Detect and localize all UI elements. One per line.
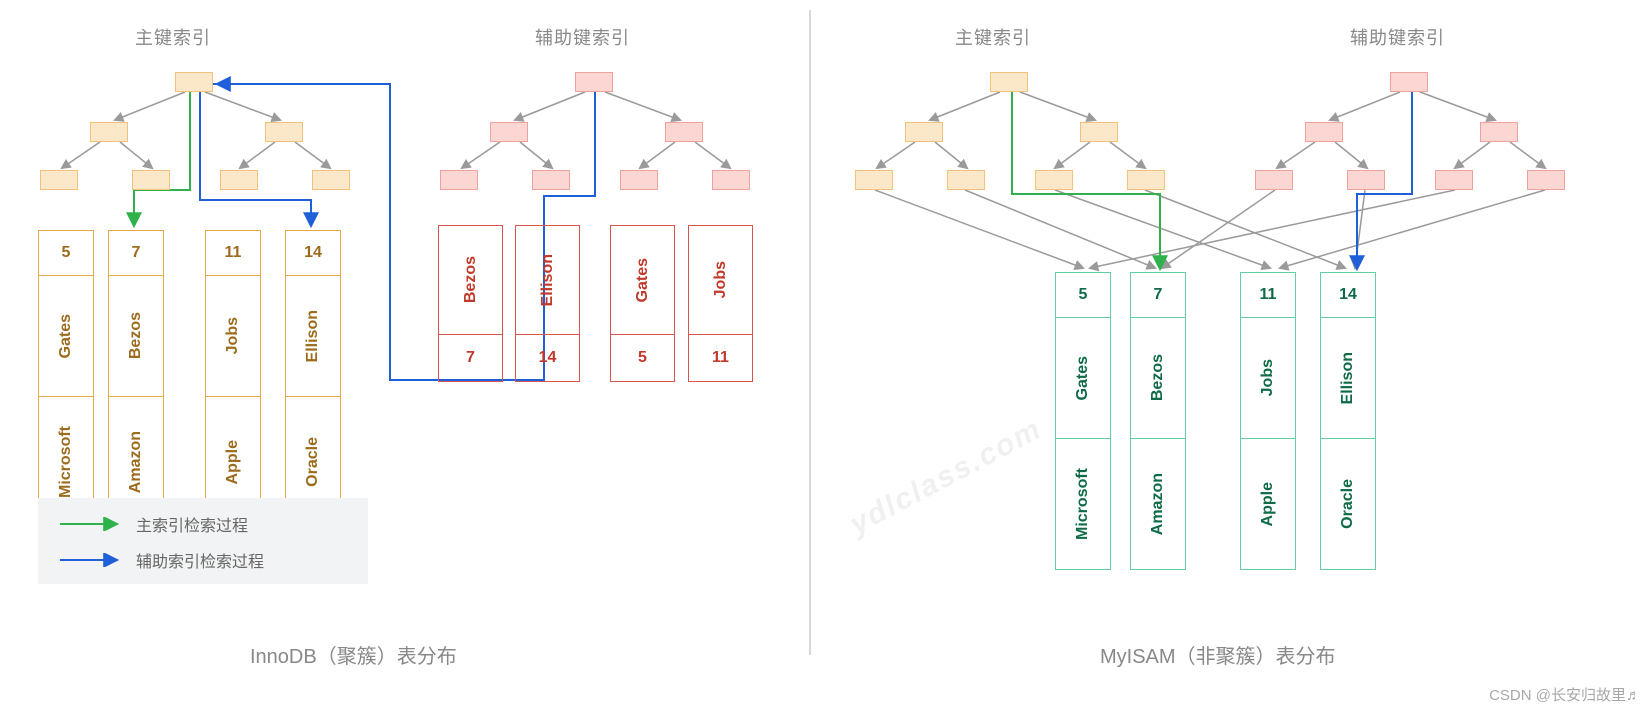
leaf-name: Gates bbox=[38, 276, 94, 397]
tree-node bbox=[620, 170, 658, 190]
legend: 主索引检索过程 辅助索引检索过程 bbox=[38, 498, 368, 584]
tree-node bbox=[1127, 170, 1165, 190]
tree-node bbox=[1305, 122, 1343, 142]
watermark-footer: CSDN @长安归故里♬ bbox=[1489, 684, 1641, 705]
myisam-row: 7 Bezos Amazon bbox=[1130, 272, 1186, 570]
tree-node bbox=[175, 72, 213, 92]
tree-node bbox=[220, 170, 258, 190]
caption-left: InnoDB（聚簇）表分布 bbox=[250, 640, 457, 669]
innodb-primary-search-path bbox=[134, 92, 190, 225]
tree-node bbox=[90, 122, 128, 142]
legend-secondary-label: 辅助索引检索过程 bbox=[136, 548, 264, 572]
innodb-leaf: 14 Ellison Oracle bbox=[285, 230, 341, 528]
tree-node bbox=[855, 170, 893, 190]
myisam-row: 14 Ellison Oracle bbox=[1320, 272, 1376, 570]
innodb-sec-leaf: Jobs 11 bbox=[688, 225, 753, 382]
tree-node bbox=[1480, 122, 1518, 142]
tree-node bbox=[1527, 170, 1565, 190]
title-left-secondary: 辅助键索引 bbox=[535, 24, 630, 50]
innodb-leaf: 11 Jobs Apple bbox=[205, 230, 261, 528]
tree-node bbox=[712, 170, 750, 190]
tree-node bbox=[1035, 170, 1073, 190]
watermark-angled: ydlclass.com bbox=[844, 412, 1048, 542]
legend-arrow-blue-icon bbox=[58, 553, 122, 567]
title-left-primary: 主键索引 bbox=[135, 24, 211, 50]
title-right-primary: 主键索引 bbox=[955, 24, 1031, 50]
innodb-leaf: 5 Gates Microsoft bbox=[38, 230, 94, 528]
tree-node bbox=[1347, 170, 1385, 190]
tree-node bbox=[440, 170, 478, 190]
tree-node bbox=[947, 170, 985, 190]
tree-node bbox=[532, 170, 570, 190]
tree-node bbox=[1255, 170, 1293, 190]
tree-node bbox=[575, 72, 613, 92]
innodb-sec-leaf: Ellison 14 bbox=[515, 225, 580, 382]
tree-node bbox=[990, 72, 1028, 92]
tree-node bbox=[265, 122, 303, 142]
tree-node bbox=[1080, 122, 1118, 142]
myisam-row: 11 Jobs Apple bbox=[1240, 272, 1296, 570]
legend-primary-label: 主索引检索过程 bbox=[136, 512, 248, 536]
innodb-sec-leaf: Gates 5 bbox=[610, 225, 675, 382]
myisam-row: 5 Gates Microsoft bbox=[1055, 272, 1111, 570]
legend-arrow-green-icon bbox=[58, 517, 122, 531]
leaf-id: 5 bbox=[38, 230, 94, 276]
tree-node bbox=[905, 122, 943, 142]
tree-node bbox=[490, 122, 528, 142]
tree-node bbox=[312, 170, 350, 190]
tree-node bbox=[665, 122, 703, 142]
tree-node bbox=[40, 170, 78, 190]
tree-node bbox=[132, 170, 170, 190]
title-right-secondary: 辅助键索引 bbox=[1350, 24, 1445, 50]
caption-right: MyISAM（非聚簇）表分布 bbox=[1100, 640, 1336, 669]
tree-node bbox=[1390, 72, 1428, 92]
innodb-sec-leaf: Bezos 7 bbox=[438, 225, 503, 382]
tree-node bbox=[1435, 170, 1473, 190]
innodb-leaf: 7 Bezos Amazon bbox=[108, 230, 164, 528]
